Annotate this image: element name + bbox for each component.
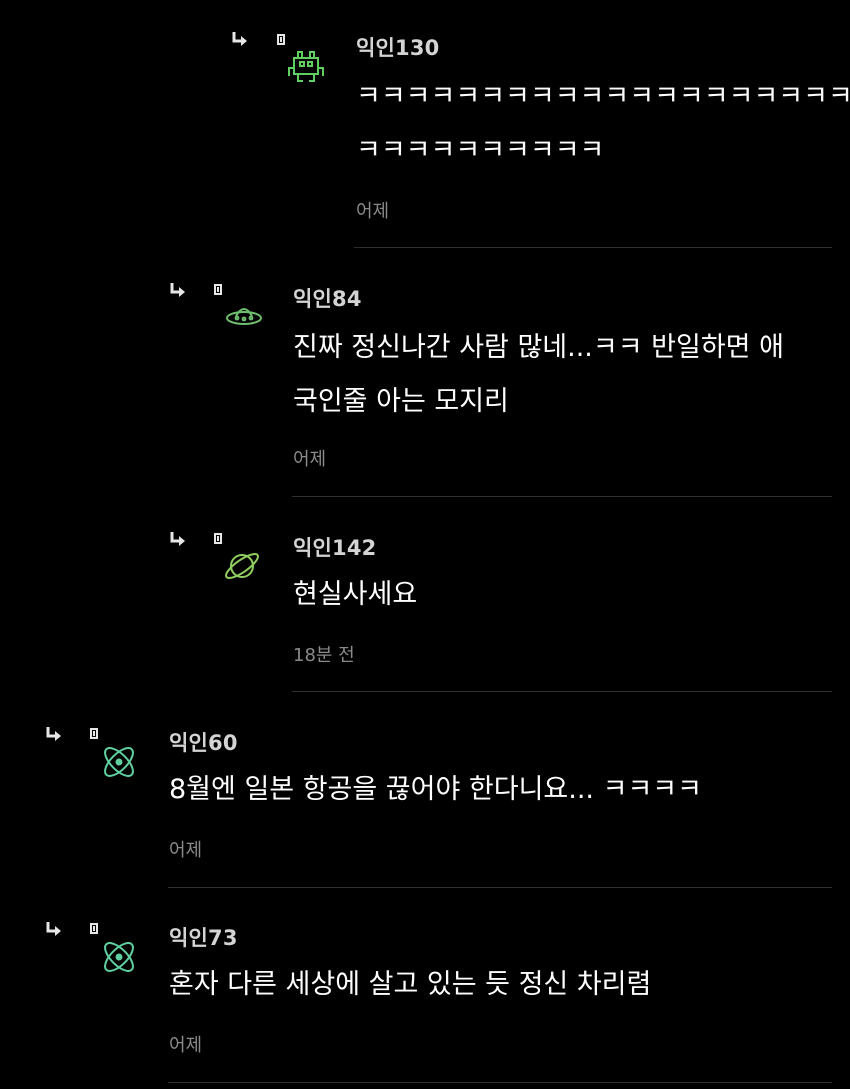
anonymous-badge-icon bbox=[214, 284, 222, 295]
comment-nickname[interactable]: 익인84 bbox=[293, 283, 362, 313]
comment-text-line: ㅋㅋㅋㅋㅋㅋㅋㅋㅋㅋ bbox=[356, 135, 605, 166]
comment-nickname[interactable]: 익인60 bbox=[169, 727, 238, 757]
anonymous-badge-icon bbox=[90, 923, 98, 934]
comment-nickname[interactable]: 익인130 bbox=[356, 32, 439, 62]
comment-text-line: 진짜 정신나간 사람 많네...ㅋㅋ 반일하면 애 bbox=[293, 332, 784, 363]
reply-arrow-icon bbox=[46, 727, 61, 741]
comment-text-line: 국인줄 아는 모지리 bbox=[293, 386, 509, 417]
comment-text-line: 혼자 다른 세상에 살고 있는 듯 정신 차리렴 bbox=[169, 969, 652, 1000]
reply-arrow-icon bbox=[46, 922, 61, 936]
reply-arrow-icon bbox=[170, 283, 185, 297]
comment-text-line: ㅋㅋㅋㅋㅋㅋㅋㅋㅋㅋㅋㅋㅋㅋㅋㅋㅋㅋㅋㅋ bbox=[356, 81, 850, 112]
ufo-icon[interactable] bbox=[222, 296, 266, 340]
anonymous-badge-icon bbox=[90, 728, 98, 739]
comment-timestamp: 18분 전 bbox=[293, 645, 355, 666]
anonymous-badge-icon bbox=[277, 34, 285, 45]
reply-arrow-icon bbox=[232, 32, 247, 46]
comment-divider bbox=[292, 496, 832, 497]
planet-icon[interactable] bbox=[220, 544, 264, 588]
comment-nickname[interactable]: 익인142 bbox=[293, 532, 376, 562]
comment-divider bbox=[168, 1082, 832, 1083]
comment-text-line: 8월엔 일본 항공을 끊어야 한다니요... ㅋㅋㅋㅋ bbox=[169, 774, 702, 805]
comment-timestamp: 어제 bbox=[356, 201, 390, 222]
comment-timestamp: 어제 bbox=[293, 449, 327, 470]
comment-text-line: 현실사세요 bbox=[293, 579, 418, 610]
comment-item: 익인130 ㅋㅋㅋㅋㅋㅋㅋㅋㅋㅋㅋㅋㅋㅋㅋㅋㅋㅋㅋㅋ ㅋㅋㅋㅋㅋㅋㅋㅋㅋㅋ 어제 bbox=[0, 0, 850, 250]
atom-icon[interactable] bbox=[97, 740, 141, 784]
comment-nickname[interactable]: 익인73 bbox=[169, 922, 238, 952]
atom-icon[interactable] bbox=[97, 935, 141, 979]
anonymous-badge-icon bbox=[214, 533, 222, 544]
comment-divider bbox=[168, 887, 832, 888]
comment-timestamp: 어제 bbox=[169, 840, 203, 861]
comment-divider bbox=[292, 691, 832, 692]
reply-arrow-icon bbox=[170, 532, 185, 546]
comment-divider bbox=[354, 247, 832, 248]
space-invader-icon[interactable] bbox=[286, 48, 326, 88]
comment-timestamp: 어제 bbox=[169, 1035, 203, 1056]
